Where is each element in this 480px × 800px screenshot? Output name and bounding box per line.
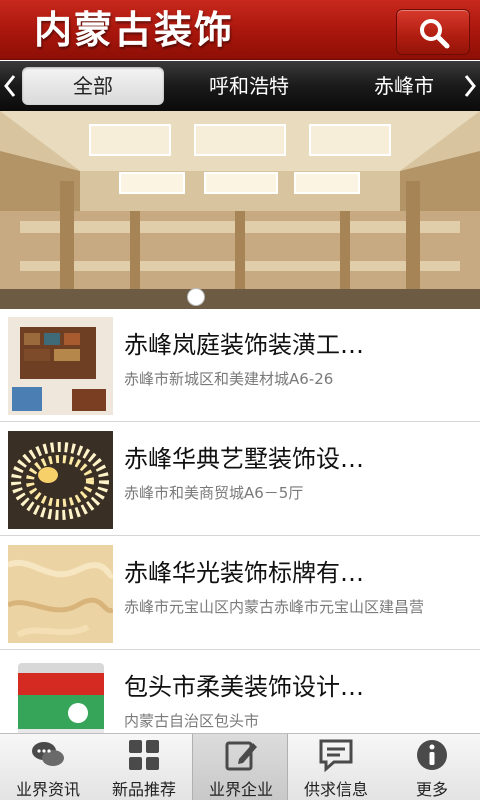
info-icon: [417, 740, 447, 770]
nav-label: 更多: [415, 780, 448, 799]
nav-new-products[interactable]: 新品推荐: [96, 734, 192, 800]
grid-icon: [129, 740, 159, 770]
marble-texture-thumbnail: [8, 545, 113, 643]
search-button[interactable]: [396, 9, 470, 55]
banner-page-indicator[interactable]: [187, 288, 205, 306]
app-title: 内蒙古装饰: [34, 7, 235, 52]
nav-more[interactable]: 更多: [384, 734, 480, 800]
mall-interior-illustration: [0, 111, 480, 309]
tab-chifeng[interactable]: 赤峰市: [352, 67, 456, 105]
list-item[interactable]: 赤峰华典艺墅装饰设… 赤峰市和美商贸城A6－5厅: [0, 423, 480, 536]
company-address: 内蒙古自治区包头市: [124, 712, 260, 730]
tabs-next-arrow[interactable]: [460, 61, 480, 111]
company-address: 赤峰市和美商贸城A6－5厅: [124, 484, 304, 502]
company-name: 赤峰华光装饰标牌有…: [124, 559, 364, 587]
company-list: 赤峰岚庭装饰装潢工… 赤峰市新城区和美建材城A6-26 赤峰华典艺墅装饰设… 赤…: [0, 309, 480, 733]
nav-label: 供求信息: [303, 780, 368, 799]
furniture-thumbnail: [8, 317, 113, 415]
led-strip-thumbnail: [8, 431, 113, 529]
list-item[interactable]: 赤峰岚庭装饰装潢工… 赤峰市新城区和美建材城A6-26: [0, 309, 480, 422]
nav-industry-companies[interactable]: 业界企业: [192, 734, 288, 800]
list-item[interactable]: 包头市柔美装饰设计… 内蒙古自治区包头市: [0, 651, 480, 733]
company-address: 赤峰市新城区和美建材城A6-26: [124, 370, 334, 388]
app-header: 内蒙古装饰: [0, 0, 480, 60]
message-icon: [319, 739, 353, 773]
banner-image[interactable]: [0, 111, 480, 309]
paint-bucket-thumbnail: [8, 659, 113, 733]
chevron-left-icon: [4, 75, 16, 97]
tabs-prev-arrow[interactable]: [0, 61, 20, 111]
tab-hohhot[interactable]: 呼和浩特: [184, 67, 314, 105]
company-name: 赤峰华典艺墅装饰设…: [124, 445, 364, 473]
bottom-navigation: 业界资讯 新品推荐 业界企业 供求信息 更多: [0, 733, 480, 800]
search-icon: [420, 19, 450, 49]
nav-label: 新品推荐: [111, 780, 176, 799]
chevron-right-icon: [464, 75, 476, 97]
company-address: 赤峰市元宝山区内蒙古赤峰市元宝山区建昌营: [124, 598, 425, 616]
chat-bubbles-icon: [32, 742, 64, 766]
tab-all[interactable]: 全部: [22, 67, 164, 105]
company-name: 赤峰岚庭装饰装潢工…: [124, 331, 364, 359]
nav-label: 业界企业: [208, 780, 273, 799]
company-name: 包头市柔美装饰设计…: [124, 673, 364, 701]
nav-supply-demand[interactable]: 供求信息: [288, 734, 384, 800]
nav-industry-news[interactable]: 业界资讯: [0, 734, 96, 800]
category-tab-bar: 全部 呼和浩特 赤峰市: [0, 61, 480, 111]
edit-icon: [225, 741, 257, 771]
list-item[interactable]: 赤峰华光装饰标牌有… 赤峰市元宝山区内蒙古赤峰市元宝山区建昌营: [0, 537, 480, 650]
nav-label: 业界资讯: [15, 780, 80, 799]
